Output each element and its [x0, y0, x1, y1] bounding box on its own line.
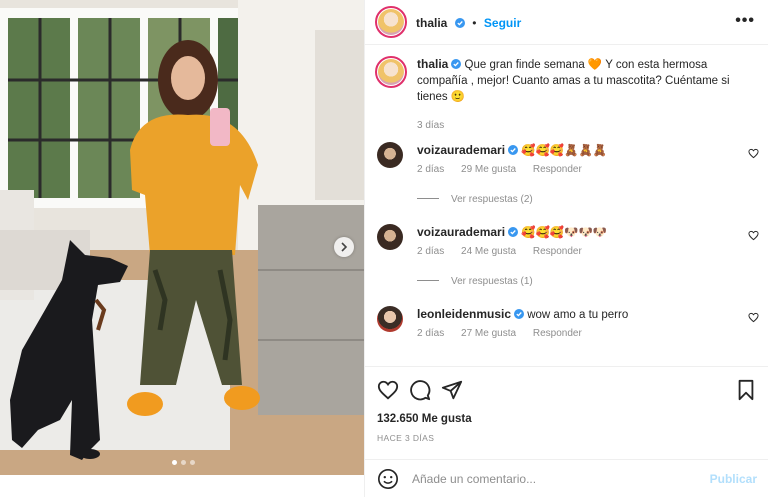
comment-meta: 2 días 27 Me gusta Responder [417, 328, 596, 339]
comment-bubble-icon[interactable] [409, 379, 431, 401]
comment-username[interactable]: leonleidenmusic [417, 307, 511, 321]
comment-body: voizaurademari 🥰🥰🥰🧸🧸🧸 [417, 142, 607, 159]
reply-button[interactable]: Responder [533, 246, 582, 257]
comment-meta: 2 días 29 Me gusta Responder [417, 164, 596, 175]
bookmark-icon[interactable] [735, 379, 757, 401]
verified-badge-icon [508, 145, 519, 155]
view-replies-label: Ver respuestas (1) [451, 276, 533, 287]
comment-body: voizaurademari 🥰🥰🥰🐶🐶🐶 [417, 224, 607, 241]
verified-badge-icon [451, 59, 462, 69]
comment-avatar[interactable] [377, 142, 403, 168]
comment-time: 2 días [417, 328, 445, 339]
view-replies-button[interactable]: Ver respuestas (2) [417, 194, 533, 205]
likes-count[interactable]: 132.650 Me gusta [377, 413, 472, 425]
like-heart-icon[interactable] [377, 379, 399, 401]
comment-time: 2 días [417, 164, 445, 175]
caption-avatar[interactable] [375, 56, 407, 88]
comment-item: leonleidenmusic wow amo a tu perro 2 día… [365, 306, 768, 356]
comment-input[interactable] [410, 468, 704, 490]
comment-meta: 2 días 24 Me gusta Responder [417, 246, 596, 257]
author-avatar[interactable] [375, 6, 407, 38]
verified-badge-icon [514, 309, 525, 319]
chevron-right-icon [341, 242, 348, 252]
comment-text: wow amo a tu perro [527, 309, 629, 321]
comment-likes[interactable]: 29 Me gusta [461, 164, 516, 175]
add-comment-bar: Publicar [365, 459, 768, 498]
author-username[interactable]: thalia [416, 16, 447, 30]
follow-button[interactable]: Seguir [484, 16, 521, 30]
like-comment-heart-icon[interactable] [748, 148, 759, 159]
carousel-dot [190, 460, 195, 465]
comment-body: leonleidenmusic wow amo a tu perro [417, 306, 628, 323]
comment-avatar[interactable] [377, 306, 403, 332]
comment-text: 🥰🥰🥰🐶🐶🐶 [521, 227, 608, 239]
smiley-icon[interactable] [377, 468, 399, 490]
share-paper-plane-icon[interactable] [441, 379, 463, 401]
header-user: thalia • Seguir [416, 14, 521, 32]
comment-likes[interactable]: 27 Me gusta [461, 328, 516, 339]
caption-text-block: thalia Que gran finde semana 🧡 Y con est… [417, 56, 752, 105]
comment-username[interactable]: voizaurademari [417, 225, 505, 239]
caption-time: 3 días [417, 120, 445, 131]
like-comment-heart-icon[interactable] [748, 230, 759, 241]
next-image-button[interactable] [334, 237, 354, 257]
comments-list[interactable]: thalia Que gran finde semana 🧡 Y con est… [365, 46, 768, 366]
caption-username[interactable]: thalia [417, 57, 448, 71]
carousel-dot [172, 460, 177, 465]
post-photo[interactable] [0, 0, 364, 475]
caption-text: Que gran finde semana 🧡 Y con esta hermo… [417, 59, 730, 103]
post-header: thalia • Seguir ••• [365, 0, 768, 45]
verified-badge-icon [508, 227, 519, 237]
comment-avatar[interactable] [377, 224, 403, 250]
reply-button[interactable]: Responder [533, 164, 582, 175]
comment-likes[interactable]: 24 Me gusta [461, 246, 516, 257]
like-comment-heart-icon[interactable] [748, 312, 759, 323]
comment-text: 🥰🥰🥰🧸🧸🧸 [521, 145, 608, 157]
publish-button[interactable]: Publicar [710, 472, 757, 486]
post-photo-image [0, 0, 364, 475]
comment-item: voizaurademari 🥰🥰🥰🧸🧸🧸 2 días 29 Me gusta… [365, 142, 768, 212]
carousel-dot [181, 460, 186, 465]
more-horizontal-icon[interactable]: ••• [735, 12, 755, 30]
post-actions: 132.650 Me gusta HACE 3 DÍAS [365, 366, 768, 467]
post-side-panel: thalia • Seguir ••• thalia Que gran find… [364, 0, 768, 497]
comment-username[interactable]: voizaurademari [417, 143, 505, 157]
view-replies-button[interactable]: Ver respuestas (1) [417, 276, 533, 287]
comment-item: voizaurademari 🥰🥰🥰🐶🐶🐶 2 días 24 Me gusta… [365, 224, 768, 294]
comment-time: 2 días [417, 246, 445, 257]
view-replies-label: Ver respuestas (2) [451, 194, 533, 205]
carousel-indicator [172, 460, 195, 465]
reply-button[interactable]: Responder [533, 328, 582, 339]
verified-badge-icon [454, 18, 465, 28]
post-date[interactable]: HACE 3 DÍAS [377, 433, 434, 443]
separator-dot: • [472, 16, 477, 30]
